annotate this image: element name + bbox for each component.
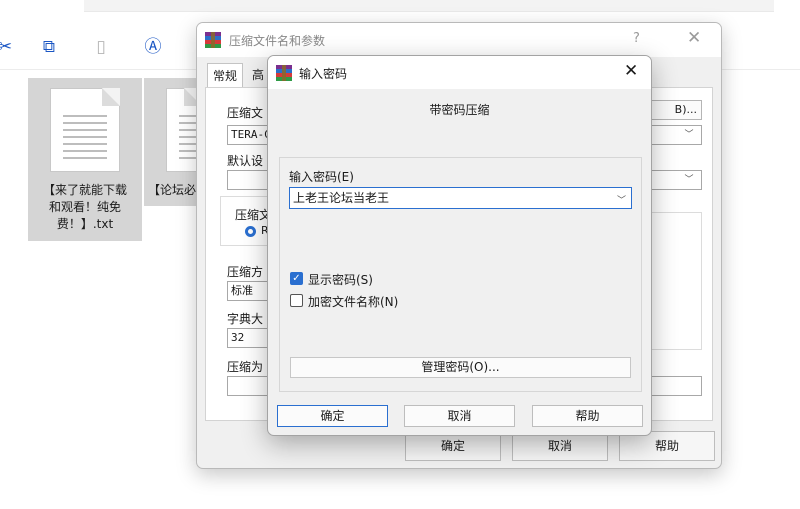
help-button[interactable]: 帮助 bbox=[532, 405, 643, 427]
paste-icon[interactable]: ▯ bbox=[90, 36, 112, 58]
show-password-checkbox[interactable]: ✓ bbox=[290, 272, 303, 285]
archive-name-label: 压缩文 bbox=[227, 106, 264, 120]
cut-icon[interactable]: ✂ bbox=[0, 36, 16, 58]
password-value: 上老王论坛当老王 bbox=[293, 191, 390, 205]
cancel-button[interactable]: 取消 bbox=[404, 405, 515, 427]
manage-passwords-button[interactable]: 管理密码(O)... bbox=[290, 357, 631, 378]
inner-titlebar: 输入密码 ✕ bbox=[268, 56, 651, 89]
show-password-label: 显示密码(S) bbox=[308, 273, 373, 287]
address-bar[interactable] bbox=[84, 0, 774, 12]
radio-button[interactable] bbox=[245, 226, 256, 237]
encrypt-names-label: 加密文件名称(N) bbox=[308, 295, 399, 309]
chevron-down-icon[interactable]: ﹀ bbox=[682, 173, 696, 187]
winrar-icon bbox=[205, 32, 221, 48]
chevron-down-icon[interactable]: ﹀ bbox=[617, 191, 626, 211]
dict-label: 字典大 bbox=[227, 312, 264, 326]
file-item-second[interactable]: 【论坛必 bbox=[144, 78, 204, 206]
file-name: 【来了就能下载 和观看！纯免 费！】.txt bbox=[42, 183, 127, 231]
password-input[interactable]: 上老王论坛当老王 ﹀ bbox=[289, 187, 632, 209]
ok-button[interactable]: 确定 bbox=[277, 405, 388, 427]
dialog-heading: 带密码压缩 bbox=[429, 103, 490, 117]
outer-titlebar: 压缩文件名和参数 ? ✕ bbox=[197, 23, 721, 57]
tab-advanced[interactable]: 高 bbox=[247, 63, 269, 87]
encrypt-names-checkbox[interactable] bbox=[290, 294, 303, 307]
format-label: 压缩文 bbox=[235, 208, 272, 222]
chevron-down-icon[interactable]: ﹀ bbox=[682, 128, 696, 142]
method-label: 压缩方 bbox=[227, 265, 264, 279]
text-file-icon bbox=[50, 88, 120, 172]
outer-dialog-title: 压缩文件名和参数 bbox=[229, 34, 326, 48]
tab-general[interactable]: 常规 bbox=[207, 63, 243, 87]
password-label: 输入密码(E) bbox=[289, 170, 354, 184]
winrar-icon bbox=[276, 65, 292, 81]
file-item-txt[interactable]: 【来了就能下载 和观看！纯免 费！】.txt bbox=[28, 78, 142, 241]
rename-icon[interactable]: Ⓐ bbox=[142, 36, 164, 58]
help-icon[interactable]: ? bbox=[633, 31, 640, 46]
close-icon[interactable]: ✕ bbox=[687, 28, 701, 48]
profile-label: 默认设 bbox=[227, 154, 264, 168]
copy-icon[interactable]: ⧉ bbox=[38, 36, 60, 58]
split-label: 压缩为 bbox=[227, 360, 264, 374]
explorer-address-area bbox=[0, 0, 800, 22]
close-icon[interactable]: ✕ bbox=[624, 61, 638, 81]
password-group: 输入密码(E) 上老王论坛当老王 ﹀ ✓ 显示密码(S) 加密文件名称(N) 管… bbox=[279, 157, 642, 392]
enter-password-dialog: 输入密码 ✕ 带密码压缩 输入密码(E) 上老王论坛当老王 ﹀ ✓ 显示密码(S… bbox=[267, 55, 652, 436]
inner-dialog-title: 输入密码 bbox=[299, 67, 348, 81]
